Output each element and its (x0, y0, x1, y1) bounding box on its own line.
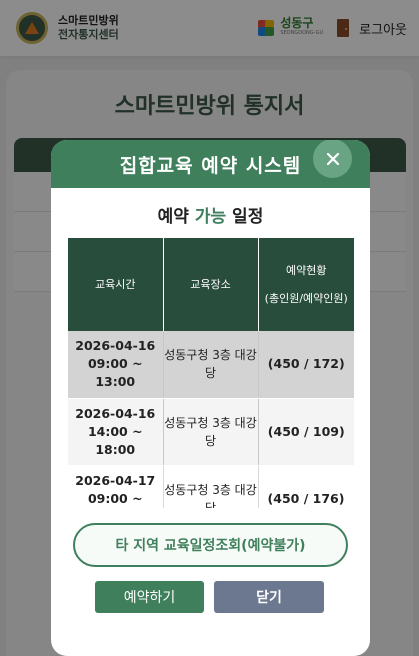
col-header-status-text: 예약현황 (총인원/예약인원) (264, 263, 348, 305)
cell-place: 성동구청 3층 대강당 (163, 465, 259, 508)
cell-time: 2026-04-16 14:00 ~ 18:00 (68, 398, 164, 466)
modal-title: 집합교육 예약 시스템 (119, 154, 302, 177)
close-icon (326, 152, 339, 165)
cell-time: 2026-04-17 09:00 ~ 13:00 (68, 465, 164, 508)
subtitle-suffix: 일정 (226, 207, 264, 227)
cell-status: (450 / 176) (258, 465, 354, 508)
cell-status: (450 / 172) (258, 331, 354, 399)
col-header-status: 예약현황 (총인원/예약인원) (258, 238, 354, 331)
cell-place: 성동구청 3층 대강당 (163, 331, 259, 399)
col-header-place: 교육장소 (163, 238, 259, 331)
col-header-time: 교육시간 (68, 238, 164, 331)
cell-date: 2026-04-17 (75, 472, 156, 488)
subtitle-prefix: 예약 (157, 207, 195, 227)
cell-status: (450 / 109) (258, 398, 354, 466)
cell-hours: 09:00 ~ 13:00 (87, 490, 143, 506)
modal-header: 집합교육 예약 시스템 (51, 140, 370, 188)
cell-hours: 09:00 ~ 13:00 (87, 356, 143, 390)
schedule-table-scroll[interactable]: 교육시간 교육장소 예약현황 (총인원/예약인원) 2026-04-16 09:0… (68, 238, 354, 508)
cell-date: 2026-04-16 (75, 338, 156, 354)
modal-close-button[interactable] (313, 140, 352, 178)
close-button[interactable]: 닫기 (214, 581, 324, 613)
reservation-modal: 집합교육 예약 시스템 예약 가능 일정 교육시간 교육장소 예약현황 (총인원… (51, 140, 370, 656)
cell-time: 2026-04-16 09:00 ~ 13:00 (68, 331, 164, 399)
table-row[interactable]: 2026-04-17 09:00 ~ 13:00 성동구청 3층 대강당 (450… (68, 465, 354, 508)
table-row[interactable]: 2026-04-16 14:00 ~ 18:00 성동구청 3층 대강당 (450… (68, 398, 354, 466)
cell-hours: 14:00 ~ 18:00 (87, 423, 143, 457)
schedule-subtitle: 예약 가능 일정 (51, 202, 370, 227)
cell-date: 2026-04-16 (75, 405, 156, 421)
cell-place: 성동구청 3층 대강당 (163, 398, 259, 466)
schedule-table: 교육시간 교육장소 예약현황 (총인원/예약인원) 2026-04-16 09:0… (68, 238, 354, 508)
reserve-button[interactable]: 예약하기 (95, 581, 204, 613)
subtitle-highlight: 가능 (194, 207, 227, 227)
table-header-row: 교육시간 교육장소 예약현황 (총인원/예약인원) (68, 238, 354, 331)
table-row[interactable]: 2026-04-16 09:00 ~ 13:00 성동구청 3층 대강당 (450… (68, 331, 354, 399)
other-region-schedule-button[interactable]: 타 지역 교육일정조회(예약불가) (73, 523, 348, 567)
